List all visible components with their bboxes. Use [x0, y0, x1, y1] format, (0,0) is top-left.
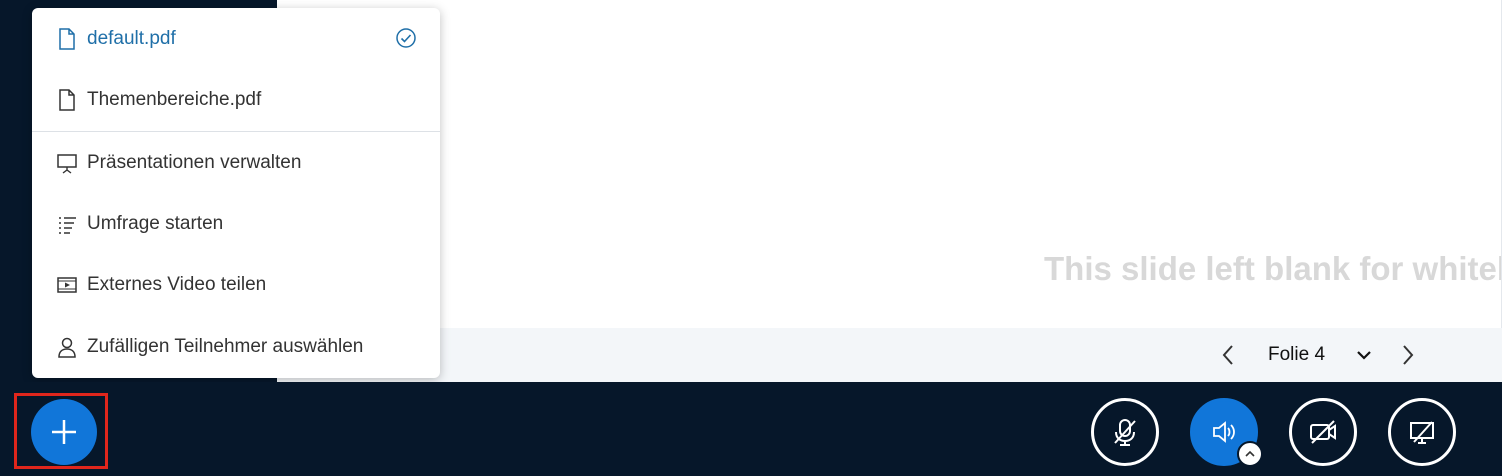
file-icon	[56, 88, 78, 112]
actions-dropdown-menu: default.pdf Themenbereiche.pdf Präsentat…	[32, 8, 440, 378]
actions-plus-button[interactable]	[31, 399, 97, 465]
audio-options-button[interactable]	[1237, 441, 1263, 467]
previous-slide-button[interactable]	[1217, 342, 1241, 368]
menu-item-share-external-video[interactable]: Externes Video teilen	[32, 254, 440, 316]
poll-list-icon	[56, 212, 78, 236]
menu-item-start-poll[interactable]: Umfrage starten	[32, 193, 440, 255]
presentation-icon	[56, 151, 78, 175]
next-slide-button[interactable]	[1395, 342, 1419, 368]
slide-select-dropdown[interactable]: Folie 4	[1259, 340, 1379, 370]
menu-item-label: Themenbereiche.pdf	[87, 89, 262, 110]
plus-icon	[52, 420, 76, 444]
video-icon	[56, 273, 78, 297]
chevron-down-icon	[1357, 351, 1371, 360]
slide-select-value: Folie 4	[1268, 344, 1326, 365]
screen-share-off-icon	[1410, 421, 1434, 444]
speaker-icon	[1213, 421, 1235, 443]
menu-item-manage-presentations[interactable]: Präsentationen verwalten	[32, 132, 440, 194]
check-circle-icon	[394, 26, 418, 50]
chevron-right-icon	[1403, 345, 1414, 365]
slide-navigation: Folie 4	[277, 328, 1502, 382]
chevron-left-icon	[1222, 345, 1233, 365]
user-icon	[56, 335, 78, 359]
microphone-button[interactable]	[1091, 398, 1159, 466]
camera-off-icon	[1310, 420, 1336, 444]
menu-item-label: default.pdf	[87, 28, 176, 49]
presentation-area: This slide left blank for whiteboard Fol…	[277, 0, 1502, 382]
slide-blank-text: This slide left blank for whiteboard	[1044, 250, 1501, 287]
screen-share-button[interactable]	[1388, 398, 1456, 466]
menu-item-default-pdf[interactable]: default.pdf	[32, 8, 440, 70]
menu-item-label: Präsentationen verwalten	[87, 152, 302, 173]
menu-item-select-random-user[interactable]: Zufälligen Teilnehmer auswählen	[32, 316, 440, 378]
slide-canvas[interactable]: This slide left blank for whiteboard	[277, 0, 1502, 328]
chevron-up-icon	[1245, 450, 1255, 457]
microphone-muted-icon	[1114, 419, 1136, 446]
menu-item-label: Umfrage starten	[87, 213, 224, 234]
menu-item-label: Zufälligen Teilnehmer auswählen	[87, 336, 364, 357]
menu-item-themenbereiche-pdf[interactable]: Themenbereiche.pdf	[32, 69, 440, 131]
camera-button[interactable]	[1289, 398, 1357, 466]
file-icon	[56, 27, 78, 51]
action-bar	[0, 382, 1502, 476]
menu-item-label: Externes Video teilen	[87, 274, 267, 295]
